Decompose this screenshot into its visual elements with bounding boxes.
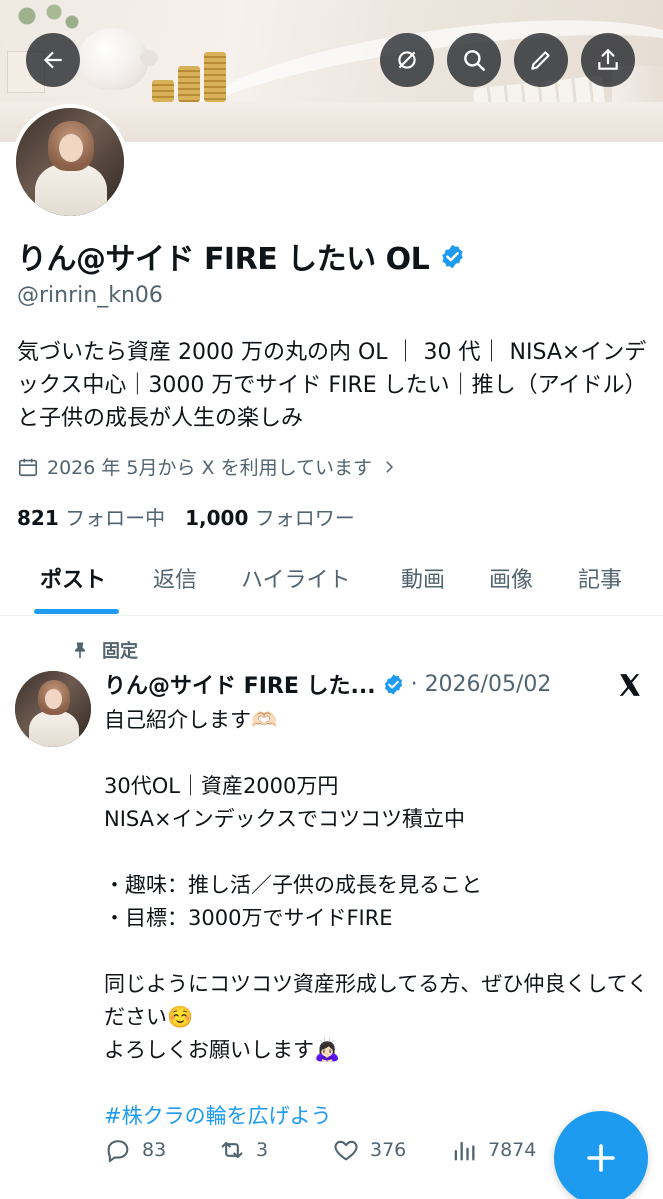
post-line	[104, 935, 649, 968]
active-tab-indicator	[34, 609, 119, 614]
profile-avatar[interactable]	[12, 104, 128, 220]
followers-label: フォロワー	[254, 506, 355, 530]
like-button[interactable]: 376	[332, 1136, 406, 1164]
post-line: 自己紹介します🫶🏻	[104, 708, 278, 732]
edit-button[interactable]	[514, 33, 568, 87]
repost-icon	[221, 1141, 243, 1159]
joined-date[interactable]: 2026 年 5月から X を利用しています	[17, 453, 398, 480]
arrow-left-icon	[43, 51, 62, 69]
tab-replies[interactable]: 返信	[153, 562, 197, 594]
edit-pencil-icon	[531, 51, 550, 70]
banner-coins	[204, 52, 226, 102]
tab-highlights[interactable]: ハイライト	[241, 562, 351, 594]
profile-name-row: りん@サイド FIRE したい OL	[17, 234, 466, 278]
following-link[interactable]: 821 フォロー中	[17, 502, 165, 531]
compose-button[interactable]	[554, 1111, 648, 1199]
profile-tabs: ポスト 返信 ハイライト 動画 画像 記事	[0, 550, 663, 616]
pinned-label: 固定	[102, 641, 138, 662]
follow-stats: 821 フォロー中 1,000 フォロワー	[17, 502, 355, 531]
reply-count: 83	[142, 1139, 167, 1161]
post-actions: 83 3 376 7874	[104, 1136, 554, 1170]
x-logo-icon[interactable]	[616, 672, 644, 698]
reply-button[interactable]: 83	[104, 1136, 166, 1164]
translate-off-button[interactable]	[380, 33, 434, 87]
views-button[interactable]: 7874	[450, 1136, 536, 1164]
reply-bubble-icon	[107, 1140, 129, 1163]
verified-badge-icon[interactable]	[382, 673, 405, 696]
post-line: 30代OL｜資産2000万円	[104, 774, 339, 798]
tab-videos[interactable]: 動画	[401, 562, 445, 594]
share-icon	[598, 48, 618, 70]
like-count: 376	[370, 1139, 407, 1161]
followers-link[interactable]: 1,000 フォロワー	[185, 502, 355, 531]
followers-count: 1,000	[185, 506, 249, 530]
analytics-bar-icon	[454, 1141, 475, 1161]
post-author-avatar[interactable]	[15, 671, 91, 747]
post-line: ・趣味：推し活／子供の成長を見ること	[104, 873, 482, 897]
tab-articles[interactable]: 記事	[578, 562, 622, 594]
repost-button[interactable]: 3	[218, 1136, 268, 1164]
banner-coins	[152, 80, 174, 102]
profile-bio: 気づいたら資産 2000 万の丸の内 OL ｜ 30 代｜ NISA×インデック…	[17, 340, 647, 431]
post-line	[104, 1067, 649, 1100]
banner-piggy-bank	[78, 28, 158, 90]
post-line: 同じようにコツコツ資産形成してる方、ぜひ仲良くしてください☺️	[104, 972, 649, 1029]
heart-icon	[334, 1140, 358, 1161]
tab-images[interactable]: 画像	[489, 562, 533, 594]
profile-name: りん@サイド FIRE したい OL	[17, 242, 430, 277]
post-date[interactable]: · 2026/05/02	[411, 672, 552, 697]
post-line	[104, 836, 649, 869]
view-count: 7874	[488, 1139, 537, 1161]
profile-handle: @rinrin_kn06	[17, 283, 163, 308]
search-button[interactable]	[447, 33, 501, 87]
post-line: よろしくお願いします🙇🏻‍♀️	[104, 1038, 341, 1062]
post-header: りん@サイド FIRE した... · 2026/05/02	[104, 668, 551, 700]
post-line: ・目標：3000万でサイドFIRE	[104, 906, 393, 930]
back-button[interactable]	[26, 33, 80, 87]
pin-icon	[75, 642, 85, 659]
plus-icon	[587, 1144, 615, 1172]
chevron-right-icon	[386, 460, 394, 473]
following-label: フォロー中	[65, 506, 166, 530]
translate-off-icon	[398, 51, 416, 69]
post-author-name[interactable]: りん@サイド FIRE した...	[104, 668, 376, 700]
search-icon	[464, 50, 485, 71]
pinned-indicator: 固定	[70, 637, 138, 663]
share-button[interactable]	[581, 33, 635, 87]
verified-badge-icon[interactable]	[439, 243, 466, 270]
tab-posts[interactable]: ポスト	[40, 562, 106, 594]
calendar-icon	[18, 458, 38, 476]
following-count: 821	[17, 506, 59, 530]
banner-coins	[178, 66, 200, 102]
post-line: NISA×インデックスでコツコツ積立中	[104, 807, 465, 831]
post-line	[104, 737, 649, 770]
repost-count: 3	[256, 1139, 269, 1161]
post-text[interactable]: 自己紹介します🫶🏻 30代OL｜資産2000万円 NISA×インデックスでコツコ…	[104, 704, 649, 1133]
joined-label: 2026 年 5月から X を利用しています	[47, 457, 373, 479]
